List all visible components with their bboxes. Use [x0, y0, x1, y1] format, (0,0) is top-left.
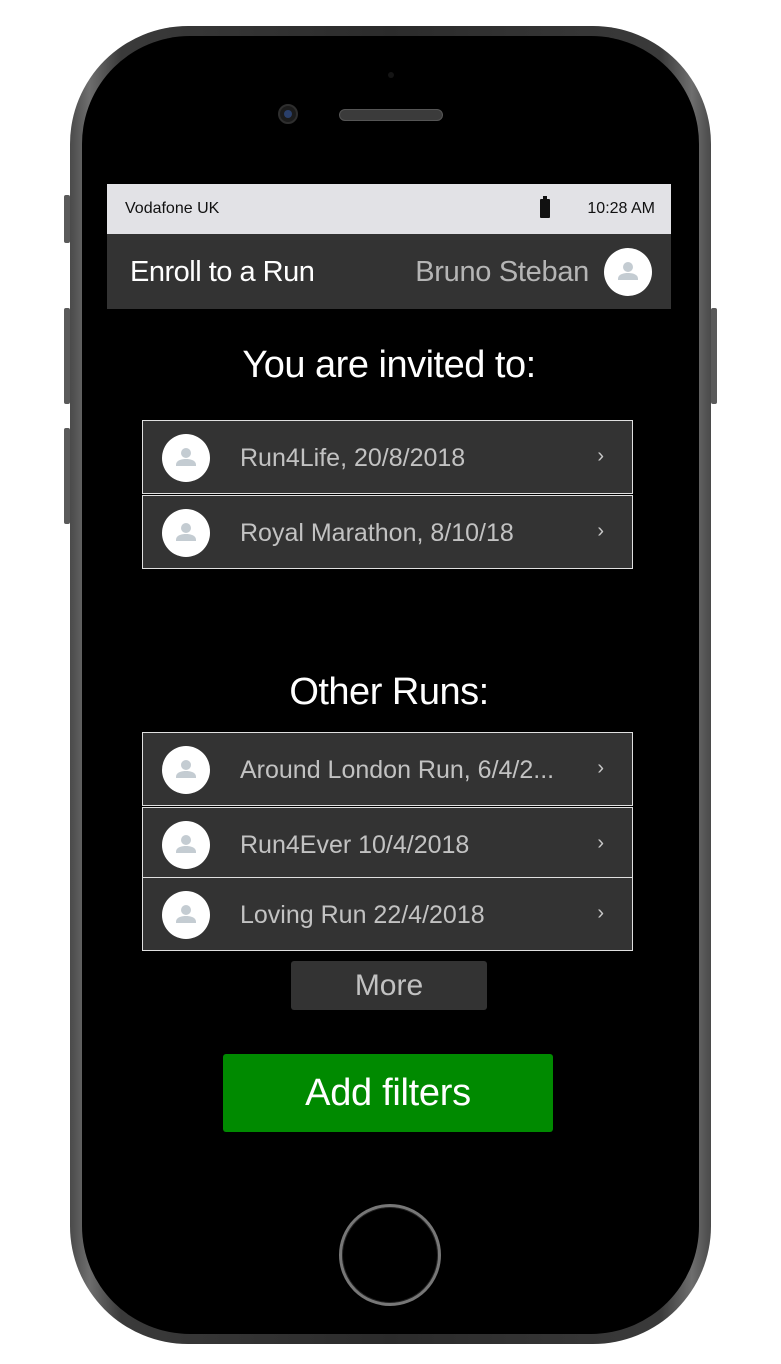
user-avatar-icon — [162, 746, 210, 794]
page-title: Enroll to a Run — [130, 256, 315, 288]
chevron-right-icon: › — [597, 445, 604, 467]
chevron-right-icon: › — [597, 832, 604, 854]
chevron-right-icon: › — [597, 520, 604, 542]
run-item[interactable]: Loving Run 22/4/2018 › — [142, 877, 633, 951]
app-screen: Vodafone UK 10:28 AM Enroll to a Run Bru… — [107, 184, 671, 1200]
invited-item[interactable]: Royal Marathon, 8/10/18 › — [142, 495, 633, 569]
user-avatar-icon — [162, 821, 210, 869]
user-name[interactable]: Bruno Steban — [415, 256, 589, 289]
chevron-right-icon: › — [597, 902, 604, 924]
power-button — [711, 308, 717, 404]
proximity-sensor — [388, 72, 394, 78]
front-camera-icon — [278, 104, 298, 124]
user-avatar-icon — [162, 434, 210, 482]
home-button[interactable] — [339, 1204, 441, 1306]
app-header: Enroll to a Run Bruno Steban — [107, 234, 671, 309]
user-avatar-icon — [162, 891, 210, 939]
run-item[interactable]: Around London Run, 6/4/2... › — [142, 732, 633, 806]
chevron-right-icon: › — [597, 757, 604, 779]
volume-down-button — [64, 428, 70, 524]
status-time: 10:28 AM — [587, 200, 655, 217]
list-item-label: Loving Run 22/4/2018 — [240, 901, 485, 929]
add-filters-button[interactable]: Add filters — [223, 1054, 553, 1132]
user-avatar-icon — [162, 509, 210, 557]
run-item[interactable]: Run4Ever 10/4/2018 › — [142, 807, 633, 881]
volume-up-button — [64, 308, 70, 404]
list-item-label: Run4Life, 20/8/2018 — [240, 444, 466, 472]
user-avatar-icon[interactable] — [604, 248, 652, 296]
earpiece-speaker — [339, 109, 443, 121]
list-item-label: Run4Ever 10/4/2018 — [240, 831, 470, 859]
invited-item[interactable]: Run4Life, 20/8/2018 › — [142, 420, 633, 494]
silent-switch — [64, 195, 70, 243]
carrier-label: Vodafone UK — [125, 200, 220, 217]
other-runs-section-title: Other Runs: — [289, 671, 489, 713]
list-item-label: Around London Run, 6/4/2... — [240, 756, 555, 784]
list-item-label: Royal Marathon, 8/10/18 — [240, 519, 514, 547]
more-button[interactable]: More — [291, 961, 487, 1010]
invited-section-title: You are invited to: — [242, 344, 536, 386]
battery-icon — [540, 196, 550, 218]
status-bar: Vodafone UK 10:28 AM — [107, 184, 671, 234]
